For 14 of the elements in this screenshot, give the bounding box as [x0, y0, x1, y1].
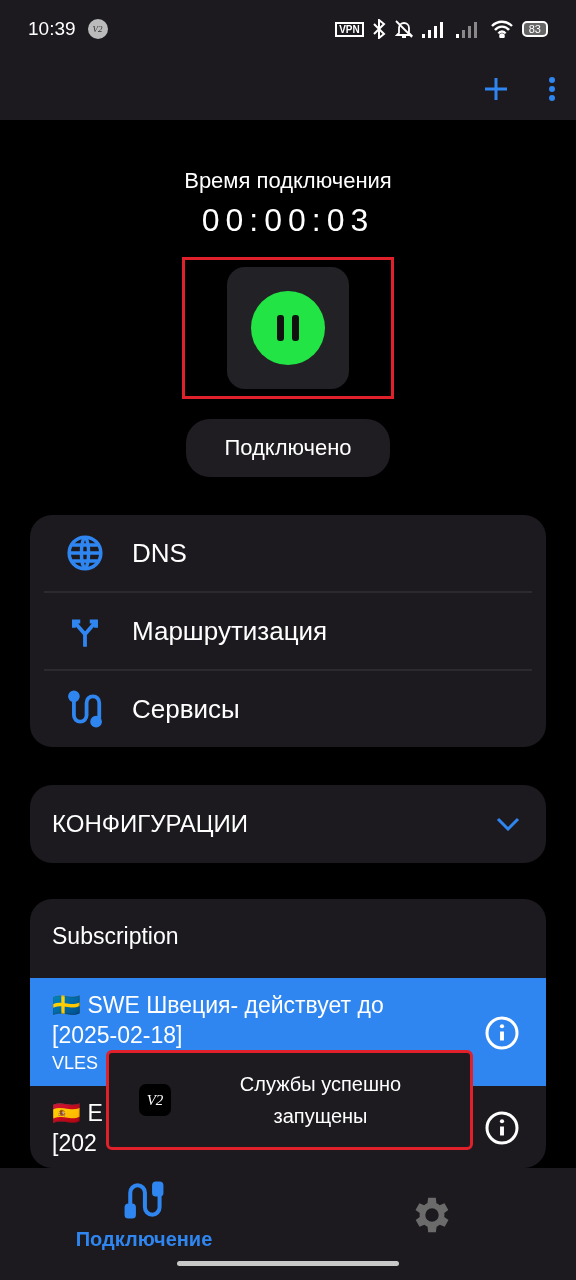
battery-indicator: 83: [521, 21, 548, 37]
connection-status-chip: Подключено: [186, 419, 390, 477]
app-logo-icon: V2: [139, 1084, 171, 1116]
subscription-title: Subscription: [51, 922, 180, 951]
server-name: [2025-02-18]: [52, 1021, 183, 1050]
server-name: 🇸🇪 SWE Швеция- действует до: [52, 991, 384, 1020]
status-time: 10:39: [28, 18, 76, 40]
app-notification-badge: V2: [87, 19, 108, 39]
server-name: 🇪🇸 E: [52, 1099, 103, 1128]
timer-label: Время подключения: [184, 168, 392, 194]
server-name: [202: [52, 1129, 97, 1158]
server-protocol: VLES: [52, 1052, 99, 1075]
vpn-indicator: VPN: [335, 21, 364, 37]
timer-value: 00:00:03: [201, 202, 375, 239]
